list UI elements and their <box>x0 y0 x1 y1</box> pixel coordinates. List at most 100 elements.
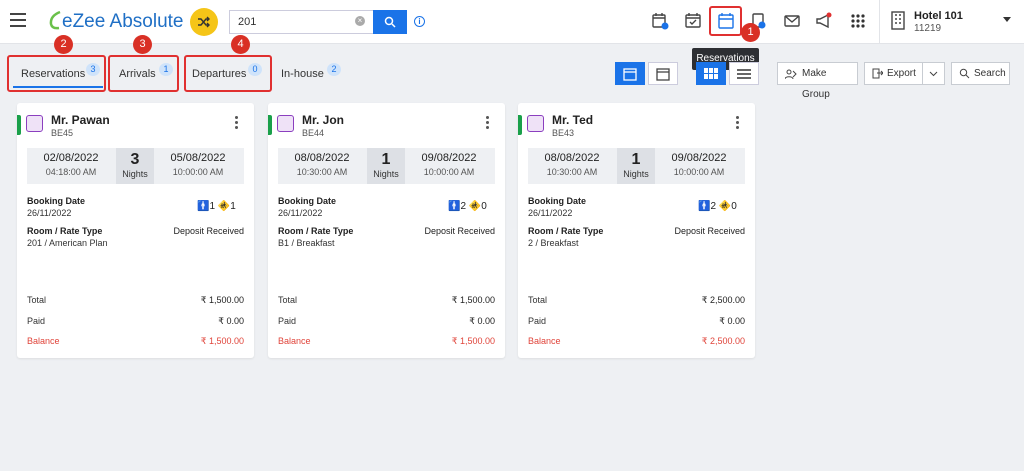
app-logo[interactable]: eZee Absolute <box>48 10 183 33</box>
stay-dates: 08/08/2022 10:30:00 AM 1 Nights 09/08/20… <box>528 148 745 184</box>
export-button[interactable]: Export <box>864 62 945 85</box>
search-toolbar-label: Search <box>974 68 1006 79</box>
deposit-status: Deposit Received <box>424 226 495 236</box>
guest-name[interactable]: Mr. Pawan <box>51 113 110 127</box>
nights-label: Nights <box>373 169 399 179</box>
departure-time: 10:00:00 AM <box>172 167 224 177</box>
reservation-code: BE45 <box>51 128 74 138</box>
nights-count: 3 <box>130 151 140 168</box>
tab-count: 2 <box>327 63 341 76</box>
calendar-check-icon[interactable] <box>684 12 702 30</box>
paid-amount: ₹ 0.00 <box>719 316 745 326</box>
nights-label: Nights <box>623 169 649 179</box>
balance-amount: ₹ 1,500.00 <box>451 336 495 346</box>
room-view-icon <box>656 68 670 81</box>
make-group-button[interactable]: Make Group <box>777 62 858 100</box>
pax-count: 🚹2 🚸0 <box>448 201 487 212</box>
pax-count: 🚹2 🚸0 <box>698 201 737 212</box>
logo-text: eZee Absolute <box>62 11 184 32</box>
arrival-date: 08/08/2022 <box>294 152 350 164</box>
nights-count: 1 <box>631 151 641 168</box>
balance-label: Balance <box>27 336 60 346</box>
chevron-down-icon[interactable] <box>1003 17 1011 22</box>
arrival-time: 04:18:00 AM <box>45 167 97 177</box>
room-rate-label: Room / Rate Type <box>528 226 604 236</box>
hotel-name[interactable]: Hotel 101 <box>914 10 963 22</box>
grid-view-icon <box>704 68 718 79</box>
reservation-card[interactable]: Mr. Ted BE43 08/08/2022 10:30:00 AM 1 Ni… <box>518 103 755 358</box>
room-view-button[interactable] <box>648 62 678 85</box>
room-rate-value: 2 / Breakfast <box>528 238 579 248</box>
reservations-highlight <box>709 6 742 36</box>
reservation-code: BE44 <box>302 128 325 138</box>
paid-amount: ₹ 0.00 <box>218 316 244 326</box>
room-type-icon <box>277 115 294 132</box>
reservation-card[interactable]: Mr. Pawan BE45 02/08/2022 04:18:00 AM 3 … <box>17 103 254 358</box>
more-options-icon[interactable] <box>486 116 489 131</box>
total-label: Total <box>278 295 298 305</box>
grid-view-button[interactable] <box>696 62 726 85</box>
reservations-tab-highlight <box>7 55 106 92</box>
guest-name[interactable]: Mr. Ted <box>552 113 593 127</box>
adult-count: 2 <box>710 201 717 212</box>
info-icon[interactable]: i <box>414 16 425 27</box>
balance-label: Balance <box>278 336 311 346</box>
calendar-view-icon <box>623 68 637 81</box>
child-icon: 🚸 <box>468 201 482 212</box>
annotation-badge-2: 2 <box>54 35 73 54</box>
deposit-status: Deposit Received <box>674 226 745 236</box>
menu-icon[interactable] <box>10 13 26 27</box>
export-icon <box>872 68 883 79</box>
export-label: Export <box>887 68 916 79</box>
calendar-view-button[interactable] <box>615 62 645 85</box>
child-count: 0 <box>481 201 487 212</box>
total-label: Total <box>27 295 47 305</box>
stay-dates: 02/08/2022 04:18:00 AM 3 Nights 05/08/20… <box>27 148 244 184</box>
child-count: 0 <box>731 201 737 212</box>
building-icon <box>891 11 905 30</box>
mail-icon[interactable] <box>783 12 801 30</box>
tab-label: In-house <box>281 68 324 80</box>
announcement-icon[interactable] <box>815 12 833 30</box>
list-view-button[interactable] <box>729 62 759 85</box>
booking-date: 26/11/2022 <box>528 208 573 218</box>
room-rate-label: Room / Rate Type <box>27 226 103 236</box>
tab-in-house[interactable]: In-house 2 <box>281 56 351 92</box>
room-rate-value: 201 / American Plan <box>27 238 108 248</box>
arrival-date: 02/08/2022 <box>43 152 99 164</box>
more-options-icon[interactable] <box>736 116 739 131</box>
more-options-icon[interactable] <box>235 116 238 131</box>
search-toolbar-button[interactable]: Search <box>951 62 1010 85</box>
calendar-add-icon[interactable] <box>651 12 669 30</box>
clear-search-icon[interactable]: × <box>355 16 365 26</box>
stay-dates: 08/08/2022 10:30:00 AM 1 Nights 09/08/20… <box>278 148 495 184</box>
apps-grid-icon[interactable] <box>849 12 867 30</box>
balance-amount: ₹ 1,500.00 <box>200 336 244 346</box>
status-indicator <box>518 115 522 135</box>
annotation-badge-3: 3 <box>133 35 152 54</box>
balance-amount: ₹ 2,500.00 <box>701 336 745 346</box>
paid-label: Paid <box>528 316 547 326</box>
room-type-icon <box>26 115 43 132</box>
search-button[interactable] <box>373 10 407 34</box>
make-group-label: Make Group <box>802 68 830 100</box>
divider <box>879 0 880 44</box>
guest-name[interactable]: Mr. Jon <box>302 113 344 127</box>
search-input[interactable]: 201 × <box>229 10 373 34</box>
reservation-code: BE43 <box>552 128 575 138</box>
nights-label: Nights <box>122 169 148 179</box>
paid-amount: ₹ 0.00 <box>469 316 495 326</box>
reservation-card[interactable]: Mr. Jon BE44 08/08/2022 10:30:00 AM 1 Ni… <box>268 103 505 358</box>
arrivals-tab-highlight <box>108 55 179 92</box>
arrival-time: 10:30:00 AM <box>296 167 348 177</box>
booking-date-label: Booking Date <box>278 196 337 206</box>
paid-label: Paid <box>27 316 46 326</box>
shuffle-button[interactable] <box>190 8 218 36</box>
departure-time: 10:00:00 AM <box>673 167 725 177</box>
adult-count: 2 <box>460 201 467 212</box>
chevron-down-icon[interactable] <box>929 71 938 77</box>
adult-icon: 🚹 <box>698 201 711 212</box>
total-label: Total <box>528 295 548 305</box>
adult-count: 1 <box>209 201 216 212</box>
shuffle-icon <box>198 16 210 28</box>
